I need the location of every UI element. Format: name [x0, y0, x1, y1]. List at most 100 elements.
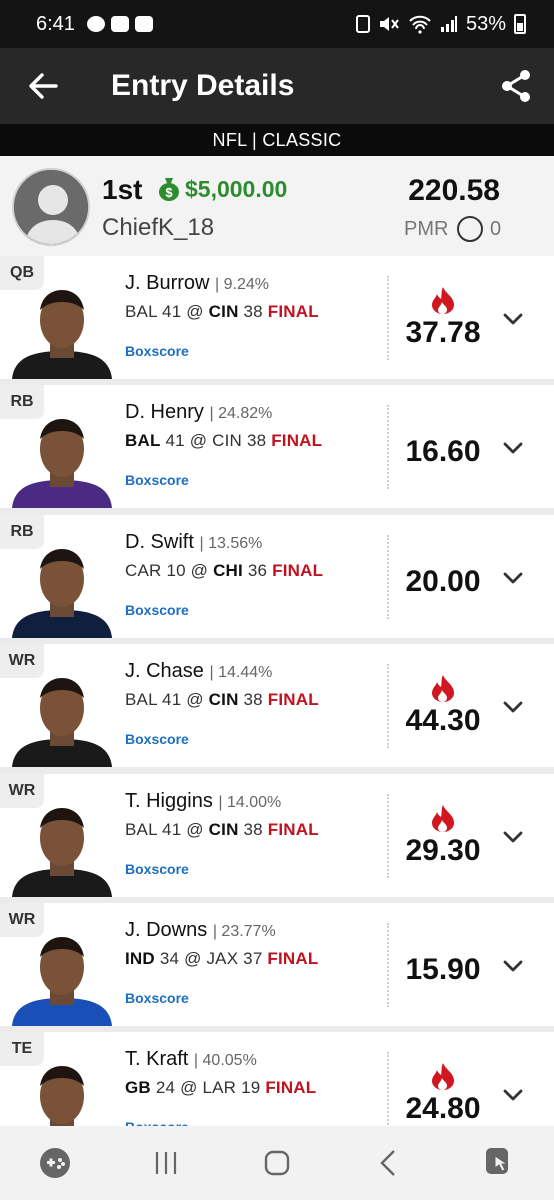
pmr-value: 0 [490, 218, 502, 240]
chevron-down-icon[interactable] [500, 824, 526, 850]
game-status: FINAL [272, 560, 324, 580]
away-team: BAL [125, 819, 158, 839]
app-header: Entry Details [0, 48, 554, 124]
player-row[interactable]: QB J. Burrow | 9.24% BAL 41 @ CIN 38 FINAL… [0, 256, 554, 379]
home-team: LAR [202, 1078, 237, 1098]
chevron-down-icon[interactable] [500, 435, 526, 461]
fire-icon [430, 674, 456, 703]
ownership-percent: | 13.56% [199, 534, 263, 552]
player-name-line[interactable]: J. Chase | 14.44% [125, 660, 272, 683]
player-name-line[interactable]: J. Burrow | 9.24% [125, 272, 269, 295]
home-icon [264, 1150, 290, 1176]
gamepad-icon [40, 1148, 71, 1178]
game-launcher-button[interactable] [25, 1133, 85, 1193]
player-row[interactable]: RB D. Swift | 13.56% CAR 10 @ CHI 36 FINAL… [0, 514, 554, 638]
player-name[interactable]: D. Swift [125, 531, 194, 553]
ownership-percent: | 9.24% [215, 276, 269, 293]
player-name[interactable]: D. Henry [125, 401, 204, 423]
player-name[interactable]: T. Kraft [125, 1048, 188, 1070]
away-score: 24 [155, 1078, 176, 1098]
boxscore-link[interactable]: Boxscore [125, 602, 189, 618]
boxscore-link[interactable]: Boxscore [125, 731, 189, 747]
boxscore-link[interactable]: Boxscore [125, 990, 189, 1006]
boxscore-link[interactable]: Boxscore [125, 861, 189, 877]
ownership-percent: | 40.05% [193, 1052, 257, 1070]
game-status: FINAL [267, 690, 319, 710]
player-headshot [12, 923, 112, 1026]
player-row[interactable]: WR J. Downs | 23.77% IND 34 @ JAX 37 FINAL… [0, 902, 554, 1026]
mute-icon [379, 17, 399, 31]
game-score-line: CAR 10 @ CHI 36 FINAL [125, 560, 324, 580]
player-name-line[interactable]: J. Downs | 23.77% [125, 919, 276, 942]
accessibility-button[interactable] [469, 1133, 529, 1193]
player-list[interactable]: QB J. Burrow | 9.24% BAL 41 @ CIN 38 FINAL… [0, 256, 554, 1126]
game-score-line: BAL 41 @ CIN 38 FINAL [125, 302, 319, 321]
home-team: CHI [213, 560, 243, 580]
home-team: JAX [206, 948, 239, 968]
player-name[interactable]: J. Burrow [125, 272, 209, 294]
player-row[interactable]: WR T. Higgins | 14.00% BAL 41 @ CIN 38 FIN… [0, 773, 554, 897]
system-icons: 53% [355, 13, 526, 36]
player-points: 44.30 [405, 704, 481, 738]
player-headshot [12, 664, 112, 768]
total-points: 220.58 [408, 174, 500, 207]
touch-icon [485, 1148, 509, 1174]
entry-summary: 1st $ $5,000.00 ChiefK_18 220.58 PMR 0 [0, 156, 554, 256]
away-team: CAR [125, 560, 162, 580]
chevron-down-icon[interactable] [500, 953, 526, 979]
chevron-down-icon[interactable] [500, 1082, 526, 1108]
messenger-icon [86, 16, 105, 32]
avatar[interactable] [12, 168, 90, 246]
game-status: FINAL [267, 819, 319, 839]
ownership-percent: | 24.82% [209, 405, 273, 423]
game-score-line: BAL 41 @ CIN 38 FINAL [125, 819, 319, 839]
player-points: 29.30 [405, 833, 481, 867]
player-name[interactable]: J. Chase [125, 660, 204, 682]
battery-icon [514, 14, 526, 34]
player-row[interactable]: WR J. Chase | 14.44% BAL 41 @ CIN 38 FINAL… [0, 644, 554, 768]
game-status: FINAL [267, 948, 319, 968]
system-nav-bar [0, 1126, 554, 1200]
home-score: 38 [243, 690, 263, 710]
game-score-line: BAL 41 @ CIN 38 FINAL [125, 690, 319, 710]
player-name[interactable]: J. Downs [125, 919, 207, 941]
recents-button[interactable] [136, 1133, 196, 1193]
boxscore-link[interactable]: Boxscore [125, 343, 189, 359]
game-score-line: BAL 41 @ CIN 38 FINAL [125, 431, 323, 451]
signal-icon [440, 16, 457, 32]
away-score: 34 [159, 948, 180, 968]
ownership-percent: | 23.77% [212, 922, 276, 940]
home-button[interactable] [247, 1133, 307, 1193]
home-team: CIN [212, 431, 242, 451]
share-button[interactable] [478, 48, 554, 124]
home-score: 19 [241, 1078, 261, 1098]
sim-icon [355, 15, 370, 33]
away-team: BAL [125, 302, 158, 321]
player-name-line[interactable]: T. Higgins | 14.00% [125, 790, 281, 813]
player-name-line[interactable]: D. Swift | 13.56% [125, 531, 262, 554]
ownership-percent: | 14.44% [209, 664, 273, 682]
home-team: CIN [208, 690, 239, 710]
player-points: 37.78 [405, 316, 481, 349]
player-headshot [12, 1052, 112, 1126]
boxscore-link[interactable]: Boxscore [125, 472, 189, 488]
fire-icon [430, 804, 456, 832]
boxscore-link[interactable]: Boxscore [125, 1119, 189, 1126]
player-name[interactable]: T. Higgins [125, 790, 213, 812]
back-button[interactable] [0, 48, 86, 124]
chevron-down-icon[interactable] [500, 306, 526, 332]
chevron-down-icon[interactable] [500, 565, 526, 591]
fire-icon [430, 1062, 456, 1091]
player-row[interactable]: RB D. Henry | 24.82% BAL 41 @ CIN 38 FINAL… [0, 385, 554, 509]
player-name-line[interactable]: T. Kraft | 40.05% [125, 1048, 257, 1071]
status-bar: 6:41 53% [0, 0, 554, 48]
ownership-percent: | 14.00% [218, 793, 282, 811]
game-score-line: IND 34 @ JAX 37 FINAL [125, 948, 319, 968]
contest-type-bar: NFL | CLASSIC [0, 124, 554, 156]
player-points: 20.00 [405, 564, 481, 598]
chevron-down-icon[interactable] [500, 694, 526, 720]
nav-back-button[interactable] [358, 1133, 418, 1193]
player-row[interactable]: TET. Kraft | 40.05%GB 24 @ LAR 19 FINALB… [0, 1032, 554, 1126]
player-name-line[interactable]: D. Henry | 24.82% [125, 401, 272, 424]
away-team: IND [125, 948, 155, 968]
